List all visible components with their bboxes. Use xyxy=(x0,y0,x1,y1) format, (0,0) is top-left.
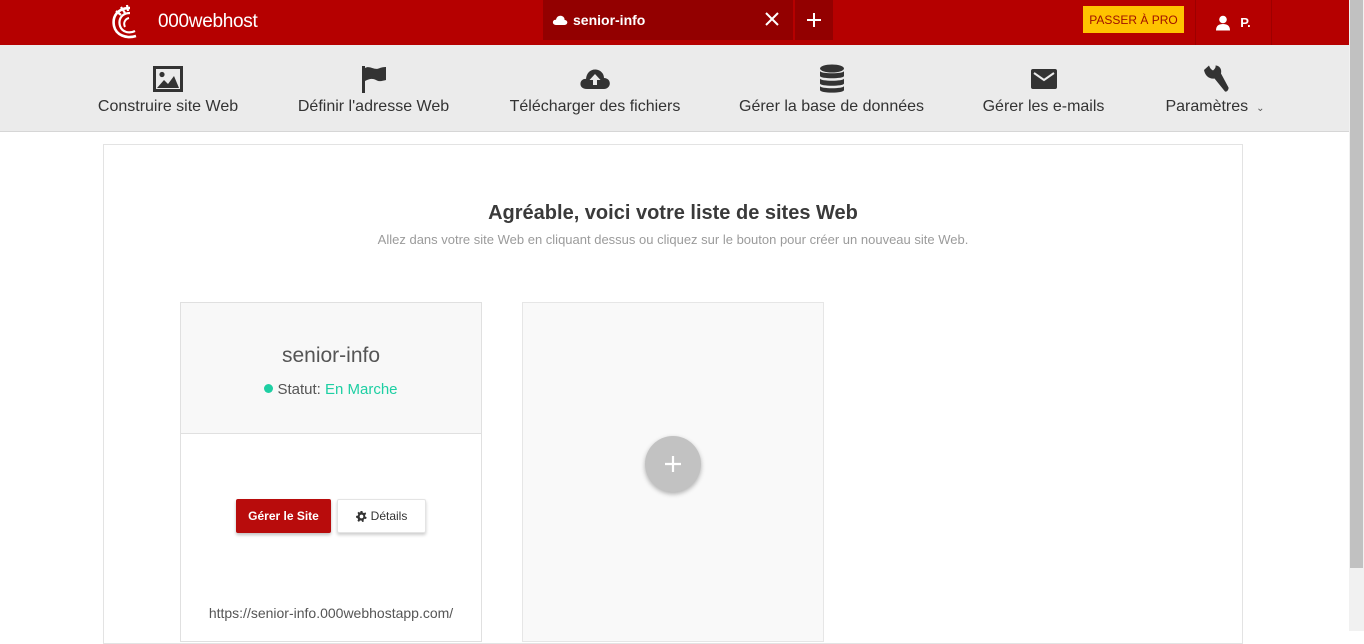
page-subtitle: Allez dans votre site Web en cliquant de… xyxy=(377,232,969,247)
status-label: Statut: xyxy=(277,381,321,398)
site-status: Statut: En Marche xyxy=(181,381,481,398)
gear-icon xyxy=(355,510,367,522)
image-icon xyxy=(153,66,183,92)
nav-item-set-address[interactable]: Définir l'adresse Web xyxy=(298,45,449,132)
user-label: P. xyxy=(1240,15,1251,30)
add-tab-button[interactable] xyxy=(795,0,833,40)
top-bar: 000webhost senior-info PASSER À PRO P. xyxy=(0,0,1349,45)
nav-label: Construire site Web xyxy=(97,98,239,115)
new-site-card[interactable] xyxy=(522,302,824,642)
site-card[interactable]: senior-info Statut: En Marche Gérer le S… xyxy=(180,302,482,642)
nav-label: Définir l'adresse Web xyxy=(297,98,450,115)
page-title: Agréable, voici votre liste de sites Web xyxy=(488,202,858,224)
upgrade-pro-button[interactable]: PASSER À PRO xyxy=(1083,6,1184,33)
status-value: En Marche xyxy=(324,381,398,398)
envelope-icon xyxy=(1030,69,1057,89)
logo-text: 000webhost xyxy=(158,11,258,32)
nav-item-manage-emails[interactable]: Gérer les e-mails xyxy=(983,45,1104,132)
user-icon xyxy=(1216,15,1231,30)
logo[interactable]: 000webhost xyxy=(108,4,258,40)
status-dot-icon xyxy=(264,384,274,393)
scrollbar[interactable] xyxy=(1349,0,1364,631)
details-label: Détails xyxy=(370,509,408,523)
user-menu[interactable]: P. xyxy=(1195,0,1272,45)
close-icon[interactable] xyxy=(763,10,781,28)
logo-swirl-icon xyxy=(112,4,137,39)
details-button[interactable]: Détails xyxy=(337,499,426,533)
manage-site-button[interactable]: Gérer le Site xyxy=(236,499,331,533)
site-tab-label: senior-info xyxy=(573,12,646,28)
site-url[interactable]: https://senior-info.000webhostapp.com/ xyxy=(181,605,481,621)
main-nav: Construire site Web Définir l'adresse We… xyxy=(0,45,1349,132)
nav-label: Télécharger des fichiers xyxy=(509,98,681,115)
site-name: senior-info xyxy=(281,344,381,367)
nav-label: Paramètres xyxy=(1165,98,1249,115)
plus-icon xyxy=(665,456,681,472)
create-site-button[interactable] xyxy=(645,436,701,492)
cloud-upload-icon xyxy=(580,69,610,89)
plus-icon xyxy=(807,13,821,27)
scrollbar-thumb[interactable] xyxy=(1350,0,1363,568)
nav-item-manage-database[interactable]: Gérer la base de données xyxy=(739,45,925,132)
flag-icon xyxy=(361,66,386,93)
database-icon xyxy=(819,64,844,93)
wrench-icon xyxy=(1204,65,1229,92)
nav-item-settings[interactable]: Paramètres ⌄ xyxy=(1163,45,1267,132)
cloud-icon xyxy=(552,15,568,25)
nav-item-build-site[interactable]: Construire site Web xyxy=(98,45,238,132)
chevron-down-icon: ⌄ xyxy=(1256,103,1265,114)
nav-item-upload-files[interactable]: Télécharger des fichiers xyxy=(509,45,681,132)
nav-label: Gérer les e-mails xyxy=(982,98,1105,115)
nav-label: Gérer la base de données xyxy=(739,98,925,115)
site-tab[interactable]: senior-info xyxy=(543,0,793,40)
site-card-header[interactable]: senior-info Statut: En Marche xyxy=(181,303,481,434)
